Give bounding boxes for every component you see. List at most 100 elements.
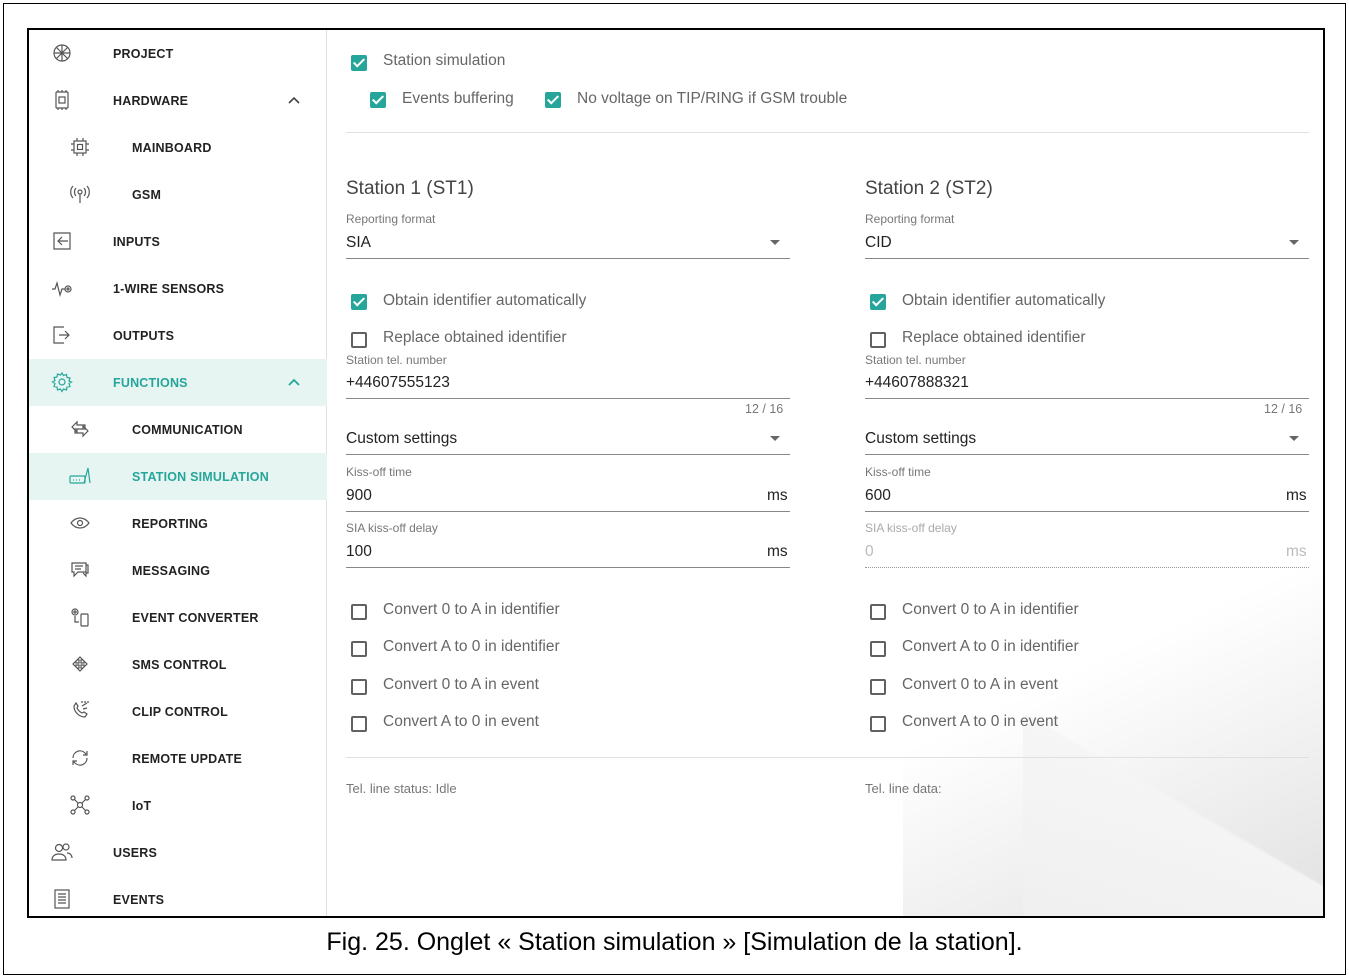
obtain-identifier-checkbox[interactable] — [870, 294, 886, 310]
tel-line-data: Tel. line data: — [865, 781, 942, 796]
field-underline — [865, 511, 1309, 512]
main-panel: Station simulation Events buffering No v… — [327, 30, 1323, 916]
events-list-icon — [51, 888, 73, 910]
sidebar-item-reporting[interactable]: REPORTING — [29, 500, 327, 547]
no-voltage-checkbox[interactable] — [545, 92, 561, 108]
events-buffering-label: Events buffering — [402, 90, 514, 107]
convert-0-to-a-identifier-checkbox[interactable] — [351, 604, 367, 620]
kissoff-label: Kiss-off time — [346, 465, 412, 479]
hardware-icon — [51, 89, 73, 111]
obtain-identifier-checkbox[interactable] — [351, 294, 367, 310]
sidebar-item-label: IoT — [132, 799, 152, 813]
dropdown-arrow-icon[interactable] — [1289, 436, 1299, 441]
sidebar-item-label: EVENTS — [113, 893, 165, 907]
sidebar-item-project[interactable]: PROJECT — [29, 30, 327, 77]
sidebar-item-remote-update[interactable]: REMOTE UPDATE — [29, 735, 327, 782]
chevron-up-icon[interactable] — [286, 93, 302, 109]
sidebar-item-mainboard[interactable]: MAINBOARD — [29, 124, 327, 171]
convert-0-to-a-event-label: Convert 0 to A in event — [902, 676, 1058, 693]
field-underline — [865, 258, 1309, 259]
settings-select[interactable]: Custom settings — [865, 430, 976, 448]
dropdown-arrow-icon[interactable] — [1289, 240, 1299, 245]
sidebar-item-messaging[interactable]: MESSAGING — [29, 547, 327, 594]
sidebar-item-1-wire-sensors[interactable]: 1-WIRE SENSORS — [29, 265, 327, 312]
sidebar-item-outputs[interactable]: OUTPUTS — [29, 312, 327, 359]
sidebar-item-label: HARDWARE — [113, 94, 189, 108]
reporting-format-select[interactable]: SIA — [346, 234, 371, 252]
users-icon — [51, 841, 73, 863]
kissoff-input[interactable]: 600 — [865, 487, 891, 505]
convert-0-to-a-event-checkbox[interactable] — [351, 679, 367, 695]
tel-line-status: Tel. line status: Idle — [346, 781, 457, 796]
convert-a-to-0-event-checkbox[interactable] — [351, 716, 367, 732]
field-underline — [346, 511, 790, 512]
field-underline — [346, 398, 790, 399]
station-title: Station 1 (ST1) — [346, 178, 474, 199]
field-underline — [346, 454, 790, 455]
convert-a-to-0-identifier-label: Convert A to 0 in identifier — [383, 638, 560, 655]
sidebar-item-event-converter[interactable]: EVENT CONVERTER — [29, 594, 327, 641]
convert-a-to-0-event-label: Convert A to 0 in event — [383, 713, 539, 730]
no-voltage-label: No voltage on TIP/RING if GSM trouble — [577, 90, 848, 107]
sidebar-item-inputs[interactable]: INPUTS — [29, 218, 327, 265]
refresh-icon — [69, 747, 91, 769]
sia-delay-input: 0 — [865, 543, 874, 560]
sia-delay-unit: ms — [1286, 543, 1307, 560]
char-counter: 12 / 16 — [745, 402, 784, 416]
sidebar-item-label: REMOTE UPDATE — [132, 752, 243, 766]
sms-control-icon — [69, 653, 91, 675]
iot-icon — [69, 794, 91, 816]
sia-delay-label: SIA kiss-off delay — [865, 521, 957, 535]
reporting-format-select[interactable]: CID — [865, 234, 892, 252]
sidebar-item-iot[interactable]: IoT — [29, 782, 327, 829]
sidebar-item-clip-control[interactable]: CLIP CONTROL — [29, 688, 327, 735]
divider — [346, 757, 1309, 758]
station-simulation-checkbox[interactable] — [351, 55, 367, 71]
kissoff-input[interactable]: 900 — [346, 487, 372, 505]
field-underline — [865, 454, 1309, 455]
project-icon — [51, 42, 73, 64]
replace-identifier-label: Replace obtained identifier — [902, 329, 1086, 346]
convert-a-to-0-identifier-checkbox[interactable] — [870, 641, 886, 657]
replace-identifier-checkbox[interactable] — [870, 332, 886, 348]
kissoff-label: Kiss-off time — [865, 465, 931, 479]
events-buffering-checkbox[interactable] — [370, 92, 386, 108]
sidebar-item-communication[interactable]: COMMUNICATION — [29, 406, 327, 453]
station-tel-input[interactable]: +44607888321 — [865, 374, 969, 392]
convert-0-to-a-identifier-checkbox[interactable] — [870, 604, 886, 620]
sidebar-item-label: MESSAGING — [132, 564, 211, 578]
convert-a-to-0-identifier-checkbox[interactable] — [351, 641, 367, 657]
reporting-format-label: Reporting format — [865, 212, 955, 226]
sidebar-item-hardware[interactable]: HARDWARE — [29, 77, 327, 124]
sidebar-item-label: 1-WIRE SENSORS — [113, 282, 225, 296]
sidebar-item-users[interactable]: USERS — [29, 829, 327, 876]
sidebar-item-functions[interactable]: FUNCTIONS — [29, 359, 327, 406]
gear-icon — [51, 371, 73, 393]
replace-identifier-checkbox[interactable] — [351, 332, 367, 348]
convert-0-to-a-event-checkbox[interactable] — [870, 679, 886, 695]
sidebar: PROJECT HARDWARE MAINBOARD GSM INPUTS 1-… — [29, 30, 327, 916]
sidebar-item-events[interactable]: EVENTS — [29, 876, 327, 916]
chevron-up-icon[interactable] — [286, 375, 302, 391]
station-simulation-label: Station simulation — [383, 52, 506, 69]
convert-0-to-a-identifier-label: Convert 0 to A in identifier — [383, 601, 560, 618]
sidebar-item-label: CLIP CONTROL — [132, 705, 228, 719]
phone-icon — [69, 700, 91, 722]
dropdown-arrow-icon[interactable] — [770, 240, 780, 245]
sidebar-item-sms-control[interactable]: SMS CONTROL — [29, 641, 327, 688]
sidebar-item-label: MAINBOARD — [132, 141, 212, 155]
convert-a-to-0-event-checkbox[interactable] — [870, 716, 886, 732]
chat-icon — [69, 559, 91, 581]
char-counter: 12 / 16 — [1264, 402, 1303, 416]
dropdown-arrow-icon[interactable] — [770, 436, 780, 441]
settings-select[interactable]: Custom settings — [346, 430, 457, 448]
sidebar-item-label: OUTPUTS — [113, 329, 175, 343]
sia-delay-input[interactable]: 100 — [346, 543, 372, 561]
kissoff-unit: ms — [1286, 487, 1307, 504]
sidebar-item-gsm[interactable]: GSM — [29, 171, 327, 218]
convert-a-to-0-event-label: Convert A to 0 in event — [902, 713, 1058, 730]
sidebar-item-station-simulation[interactable]: STATION SIMULATION — [29, 453, 327, 500]
station-tel-input[interactable]: +44607555123 — [346, 374, 450, 392]
sidebar-item-label: GSM — [132, 188, 162, 202]
gsm-antenna-icon — [69, 183, 91, 205]
